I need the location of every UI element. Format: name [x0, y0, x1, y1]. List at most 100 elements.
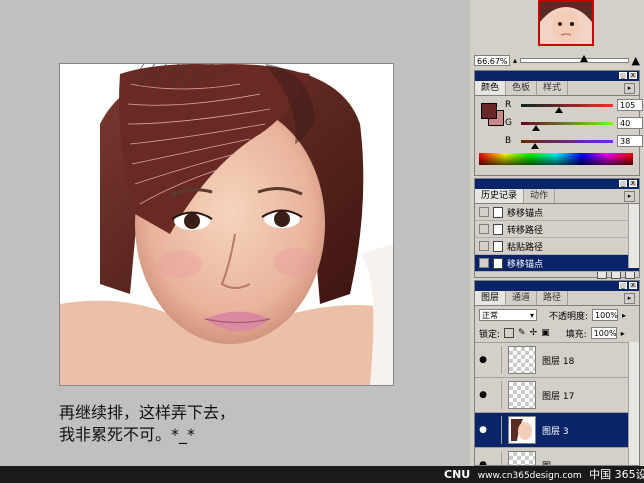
watermark-site-name: 中国 365设计网: [589, 468, 644, 481]
layer-row[interactable]: ● 图层 18: [475, 342, 639, 377]
layer-link-slot[interactable]: [491, 346, 502, 374]
history-item-label: 粘贴路径: [507, 242, 544, 253]
foreground-color-swatch[interactable]: [481, 103, 497, 119]
caption-text: 再继续排，这样弄下去， 我非累死不可。*_*: [59, 402, 235, 446]
panel-menu-icon[interactable]: ▸: [624, 83, 635, 94]
lock-brush-icon[interactable]: ✎: [518, 328, 526, 338]
tab-paths[interactable]: 路径: [537, 291, 569, 305]
zoom-out-icon[interactable]: ▴: [513, 56, 517, 65]
blue-value-input[interactable]: 38: [617, 135, 643, 147]
layer-name: 图层 18: [542, 356, 575, 367]
color-panel-tabs: 颜色 色板 样式 ▸: [475, 81, 639, 96]
layer-link-slot[interactable]: [491, 381, 502, 409]
layers-scrollbar[interactable]: [628, 342, 639, 465]
zoom-slider[interactable]: [520, 54, 629, 63]
blend-mode-select[interactable]: 正常 ▾: [479, 309, 537, 321]
minimize-icon[interactable]: _: [619, 180, 627, 187]
lock-fill-row: 锁定: ✎ ✢ ▣ 填充: 100% ▸: [475, 324, 639, 342]
green-slider-knob[interactable]: [532, 124, 541, 131]
path-outline-overlay: [129, 64, 239, 87]
red-slider-knob[interactable]: [555, 106, 564, 113]
new-snapshot-icon[interactable]: [611, 271, 621, 279]
history-snapshot-checkbox[interactable]: [479, 207, 489, 217]
panel-menu-icon[interactable]: ▸: [624, 293, 635, 304]
history-list: 移移锚点 转移路径 粘贴路径 移移锚点: [475, 204, 639, 272]
layer-thumbnail: [508, 451, 536, 465]
red-label: R: [505, 100, 512, 110]
layer-row-selected[interactable]: ● 图层 3: [475, 412, 639, 447]
color-panel-titlebar[interactable]: _ x: [475, 71, 639, 81]
eye-icon[interactable]: ●: [475, 425, 491, 435]
fill-label: 填充:: [565, 329, 587, 340]
layer-row[interactable]: ● 图: [475, 447, 639, 466]
close-icon[interactable]: x: [629, 282, 637, 289]
red-value-input[interactable]: 105: [617, 99, 643, 111]
blue-label: B: [505, 136, 512, 146]
history-snapshot-checkbox[interactable]: [479, 224, 489, 234]
tab-channels[interactable]: 通道: [506, 291, 538, 305]
history-scrollbar[interactable]: [628, 204, 639, 268]
tab-history[interactable]: 历史记录: [475, 189, 525, 203]
minimize-icon[interactable]: _: [619, 282, 627, 289]
history-item[interactable]: 转移路径: [475, 221, 639, 238]
tab-color[interactable]: 颜色: [475, 81, 507, 95]
tab-layers[interactable]: 图层: [475, 291, 507, 305]
layer-row[interactable]: ● 图层 17: [475, 377, 639, 412]
history-snapshot-checkbox[interactable]: [479, 241, 489, 251]
panels-dock: 66.67% ▴ ▲ _ x 颜色 色板 样式 ▸ R 105 G 40 B 3…: [470, 0, 644, 483]
history-item[interactable]: 移移锚点: [475, 204, 639, 221]
lock-label: 锁定:: [479, 329, 501, 340]
layers-panel-titlebar[interactable]: _ x: [475, 281, 639, 291]
blend-opacity-row: 正常 ▾ 不透明度: 100% ▸: [475, 306, 639, 324]
zoom-input[interactable]: 66.67%: [474, 54, 510, 66]
minimize-icon[interactable]: _: [619, 72, 627, 79]
panel-menu-icon[interactable]: ▸: [624, 191, 635, 202]
fill-input[interactable]: 100%: [590, 327, 617, 339]
tab-styles[interactable]: 样式: [537, 81, 569, 95]
new-document-from-state-icon[interactable]: [597, 271, 607, 279]
tab-actions[interactable]: 动作: [524, 189, 556, 203]
fill-arrow-icon[interactable]: ▸: [621, 329, 625, 338]
color-panel: _ x 颜色 色板 样式 ▸ R 105 G 40 B 38: [474, 70, 643, 176]
caption-line-1: 再继续排，这样弄下去，: [59, 403, 236, 422]
history-item-current[interactable]: 移移锚点: [475, 255, 639, 272]
history-panel-tabs: 历史记录 动作 ▸: [475, 189, 639, 204]
eye-icon[interactable]: ●: [475, 355, 491, 365]
lock-transparency-icon[interactable]: [504, 328, 515, 338]
close-icon[interactable]: x: [629, 180, 637, 187]
opacity-arrow-icon[interactable]: ▸: [622, 311, 626, 320]
green-label: G: [505, 118, 512, 128]
delete-state-icon[interactable]: [625, 271, 635, 279]
canvas-area: 再继续排，这样弄下去， 我非累死不可。*_*: [0, 0, 470, 483]
red-slider[interactable]: [521, 103, 613, 113]
history-item[interactable]: 粘贴路径: [475, 238, 639, 255]
history-panel-titlebar[interactable]: _ x: [475, 179, 639, 189]
navigator-preview-image: [540, 2, 592, 44]
history-snapshot-checkbox[interactable]: [479, 258, 489, 268]
navigator-thumbnail[interactable]: [538, 0, 594, 46]
opacity-input[interactable]: 100%: [592, 309, 619, 321]
green-value-input[interactable]: 40: [617, 117, 643, 129]
zoom-slider-knob[interactable]: [579, 54, 588, 62]
chevron-down-icon: ▾: [529, 311, 534, 320]
blend-mode-value: 正常: [482, 311, 498, 320]
layer-name: 图: [542, 459, 551, 466]
blue-slider-knob[interactable]: [531, 142, 540, 149]
lock-move-icon[interactable]: ✢: [530, 328, 538, 338]
green-row: G 40: [505, 116, 643, 131]
color-spectrum-bar[interactable]: [479, 153, 633, 165]
site-watermark: CNU www.cn365design.com 中国 365设计网: [444, 466, 644, 483]
tab-swatches[interactable]: 色板: [506, 81, 538, 95]
eye-icon[interactable]: ●: [475, 390, 491, 400]
zoom-in-icon[interactable]: ▲: [632, 54, 640, 67]
green-slider[interactable]: [521, 121, 613, 131]
watermark-url: www.cn365design.com: [477, 471, 582, 481]
blue-row: B 38: [505, 134, 643, 149]
lock-all-icon[interactable]: ▣: [541, 328, 550, 338]
blue-slider[interactable]: [521, 139, 613, 149]
close-icon[interactable]: x: [629, 72, 637, 79]
layer-brush-icon[interactable]: [491, 416, 502, 444]
artwork-canvas[interactable]: [59, 63, 394, 386]
layer-link-slot[interactable]: [491, 451, 502, 465]
history-step-icon: [493, 257, 503, 269]
